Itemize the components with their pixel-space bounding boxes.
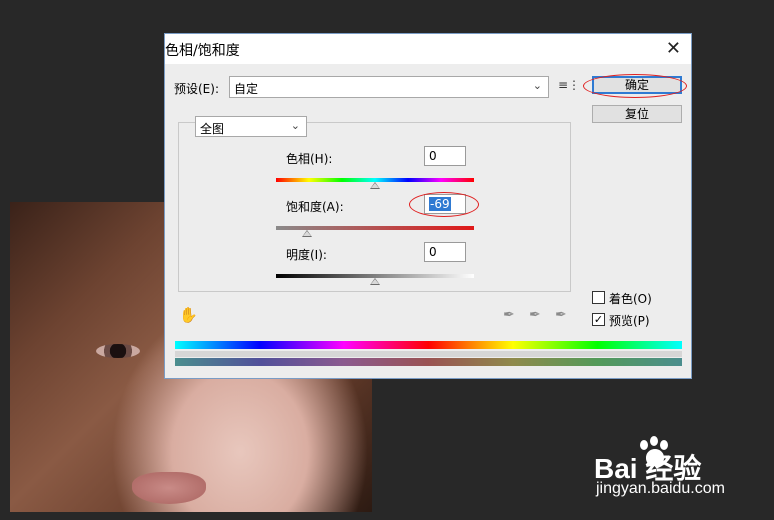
eyedropper-plus-icon[interactable]: ✒ bbox=[529, 307, 541, 323]
input-color-bar bbox=[175, 341, 682, 349]
adjustments-group bbox=[178, 122, 571, 292]
eye bbox=[96, 344, 140, 358]
saturation-label: 饱和度(A): bbox=[286, 200, 344, 214]
saturation-slider-track[interactable] bbox=[276, 226, 474, 237]
lightness-label: 明度(I): bbox=[286, 248, 327, 262]
hue-slider-thumb[interactable] bbox=[370, 182, 380, 189]
watermark-site: jingyan.baidu.com bbox=[596, 480, 725, 497]
chevron-down-icon: ⌄ bbox=[532, 79, 542, 92]
colorize-checkbox[interactable] bbox=[592, 291, 605, 304]
close-icon[interactable]: ✕ bbox=[666, 38, 681, 59]
eyedropper-minus-icon[interactable]: ✒ bbox=[555, 307, 567, 323]
preset-select[interactable]: 自定 ⌄ bbox=[229, 76, 549, 98]
saturation-highlight-oval bbox=[409, 192, 479, 217]
hand-adjust-icon[interactable]: ✋ bbox=[179, 306, 198, 324]
lightness-input[interactable]: 0 bbox=[424, 242, 466, 262]
colorize-label: 着色(O) bbox=[609, 292, 652, 306]
hue-value: 0 bbox=[429, 149, 437, 163]
chevron-down-icon: ⌄ bbox=[290, 119, 300, 132]
channel-value: 全图 bbox=[200, 122, 225, 136]
ok-highlight-oval bbox=[583, 74, 687, 98]
preset-options-icon[interactable]: ≡⋮ bbox=[558, 78, 580, 92]
check-icon: ✓ bbox=[593, 313, 604, 326]
saturation-slider-thumb[interactable] bbox=[302, 230, 312, 237]
hue-input[interactable]: 0 bbox=[424, 146, 466, 166]
lightness-value: 0 bbox=[429, 245, 437, 259]
dialog-titlebar: 色相/饱和度 ✕ bbox=[165, 34, 691, 64]
lips bbox=[132, 472, 206, 504]
preview-checkbox[interactable]: ✓ bbox=[592, 313, 605, 326]
reset-button[interactable]: 复位 bbox=[592, 105, 682, 123]
preset-value: 自定 bbox=[234, 82, 259, 96]
output-color-bar bbox=[175, 358, 682, 366]
baidu-paw-icon bbox=[638, 436, 672, 470]
eyedropper-icon[interactable]: ✒ bbox=[503, 307, 515, 323]
baidu-watermark: Bai 经验 jingyan.baidu.com bbox=[594, 436, 766, 506]
range-strip bbox=[175, 351, 682, 357]
hue-label: 色相(H): bbox=[286, 152, 333, 166]
channel-select[interactable]: 全图 ⌄ bbox=[195, 116, 307, 137]
hue-saturation-dialog: 色相/饱和度 ✕ 预设(E): 自定 ⌄ ≡⋮ 确定 复位 全图 ⌄ 色相(H)… bbox=[164, 33, 692, 379]
preset-label: 预设(E): bbox=[174, 82, 219, 96]
dialog-title: 色相/饱和度 bbox=[165, 43, 240, 59]
preview-label: 预览(P) bbox=[609, 314, 650, 328]
hue-slider-track[interactable] bbox=[276, 178, 474, 189]
lightness-slider-track[interactable] bbox=[276, 274, 474, 285]
lightness-slider-thumb[interactable] bbox=[370, 278, 380, 285]
